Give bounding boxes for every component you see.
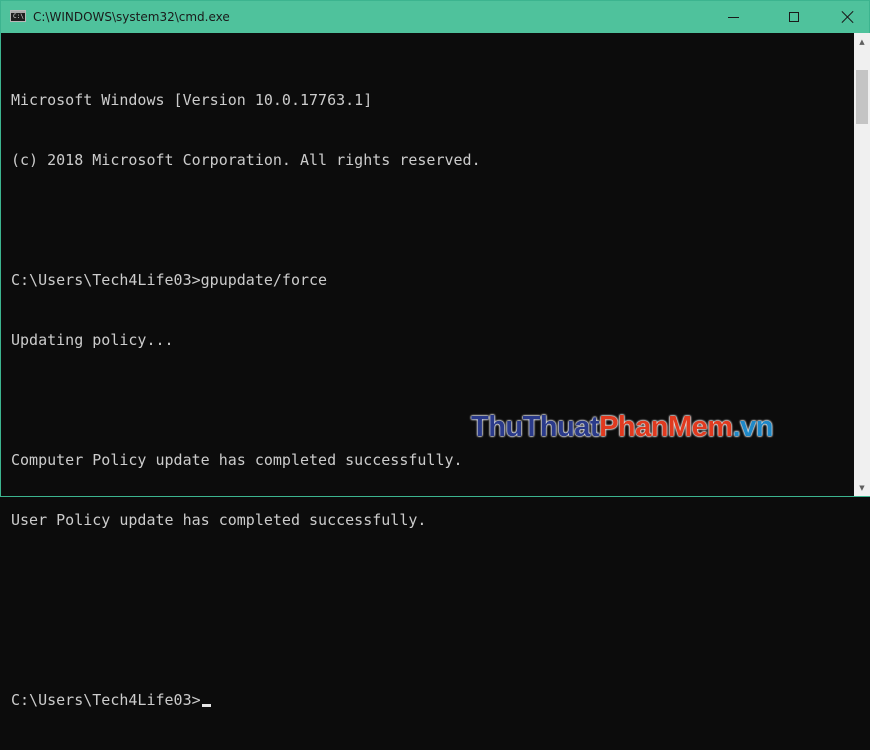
close-icon: [842, 11, 854, 23]
console-line: Microsoft Windows [Version 10.0.17763.1]: [11, 91, 373, 109]
console-line: Computer Policy update has completed suc…: [11, 451, 463, 469]
minimize-icon: [727, 16, 739, 18]
cmd-app-icon[interactable]: C:\: [10, 10, 26, 22]
title-bar[interactable]: C:\ C:\WINDOWS\system32\cmd.exe: [1, 1, 869, 33]
text-cursor: [201, 704, 211, 707]
console-line: C:\Users\Tech4Life03>gpupdate/force: [11, 271, 328, 289]
maximize-button[interactable]: [771, 1, 817, 33]
cmd-app-icon-label: C:\: [13, 13, 24, 20]
prompt-text: C:\Users\Tech4Life03>: [11, 691, 201, 709]
console-line: User Policy update has completed success…: [11, 511, 427, 529]
vertical-scrollbar[interactable]: ▲ ▼: [854, 33, 870, 496]
watermark-part-3: .vn: [732, 411, 774, 443]
cmd-window: C:\ C:\WINDOWS\system32\cmd.exe Microsof…: [0, 0, 870, 709]
watermark-part-2: PhanMem: [599, 411, 733, 443]
console-line: (c) 2018 Microsoft Corporation. All righ…: [11, 151, 481, 169]
minimize-button[interactable]: [710, 1, 756, 33]
close-button[interactable]: [825, 1, 870, 33]
watermark-logo: ThuThuatPhanMem.vn: [471, 411, 773, 444]
scrollbar-thumb[interactable]: [856, 70, 868, 124]
window-title: C:\WINDOWS\system32\cmd.exe: [33, 10, 230, 24]
scroll-down-arrow-icon[interactable]: ▼: [854, 479, 870, 496]
console-line: Updating policy...: [11, 331, 174, 349]
prompt-line[interactable]: C:\Users\Tech4Life03>: [11, 690, 851, 710]
scroll-up-arrow-icon[interactable]: ▲: [854, 33, 870, 50]
watermark-part-1: ThuThuat: [471, 411, 600, 443]
maximize-icon: [789, 12, 799, 22]
